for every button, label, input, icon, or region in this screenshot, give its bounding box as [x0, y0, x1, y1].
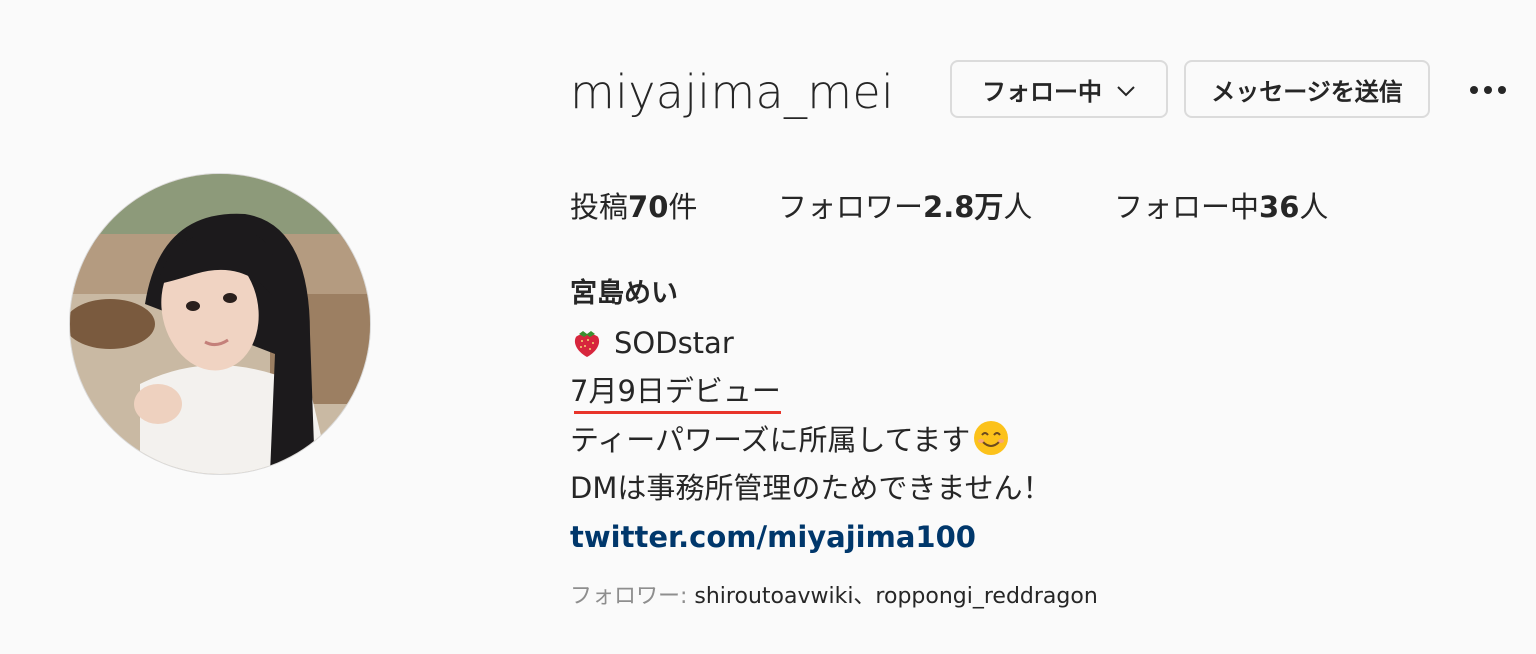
strawberry-emoji	[570, 325, 604, 359]
followed-by-names[interactable]: shiroutoavwiki、roppongi_reddragon	[694, 584, 1097, 609]
profile-bio: 宮島めい SODstar 7月9日デビュー ティーパワーズに所属してます DMは…	[570, 270, 1470, 561]
bio-external-link[interactable]: twitter.com/miyajima100	[570, 520, 976, 554]
followed-by-label: フォロワー:	[570, 584, 695, 609]
followers-count[interactable]: フォロワー2.8万人	[778, 184, 1032, 226]
profile-avatar[interactable]	[69, 173, 371, 475]
more-options-icon[interactable]	[1460, 72, 1516, 108]
bio-line-sodstar: SODstar	[570, 319, 1470, 368]
following-button-label: フォロー中	[982, 77, 1102, 106]
send-message-button[interactable]: メッセージを送信	[1184, 60, 1430, 118]
followed-by: フォロワー: shiroutoavwiki、roppongi_reddragon	[570, 578, 1098, 610]
following-count[interactable]: フォロー中36人	[1114, 184, 1328, 226]
bio-line-debut: 7月9日デビュー	[570, 367, 1470, 416]
smile-emoji	[972, 419, 1010, 457]
red-annotation-underline	[574, 410, 781, 414]
send-message-label: メッセージを送信	[1211, 77, 1403, 106]
profile-full-name: 宮島めい	[570, 278, 678, 309]
following-dropdown-button[interactable]: フォロー中	[950, 60, 1168, 118]
posts-count[interactable]: 投稿70件	[570, 184, 697, 226]
profile-username: miyajima_mei	[570, 65, 895, 119]
bio-line-dm-notice: DMは事務所管理のためできません！	[570, 471, 1052, 505]
chevron-down-icon	[1116, 75, 1136, 103]
bio-line-agency: ティーパワーズに所属してます	[570, 416, 1470, 465]
avatar-photo	[70, 174, 370, 474]
